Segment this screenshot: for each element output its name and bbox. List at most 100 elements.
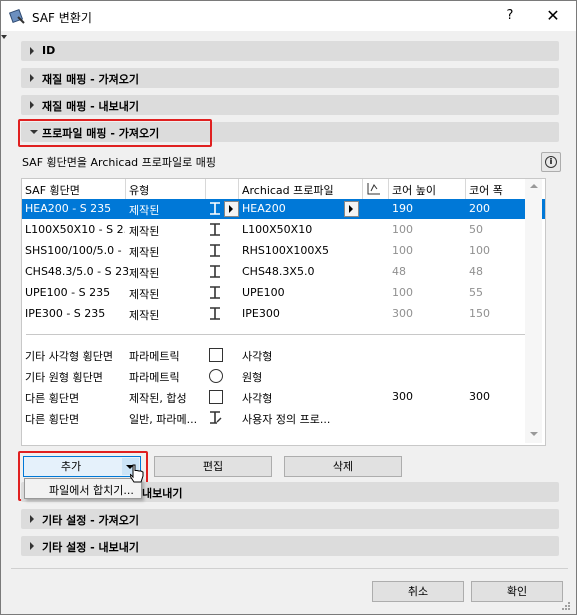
cell-core-height[interactable]: 300	[392, 307, 413, 320]
highlight-frame	[18, 119, 212, 147]
cell-core-height[interactable]: 100	[392, 223, 413, 236]
cell-profile: 원형	[242, 371, 263, 384]
custom-profile-icon	[210, 411, 222, 424]
header-core-width[interactable]: 코어 폭	[469, 182, 503, 198]
section-label: 내보내기	[142, 487, 183, 500]
section-id[interactable]: ID	[21, 41, 559, 61]
cell-core-height[interactable]: 300	[392, 390, 413, 403]
header-archicad[interactable]: Archicad 프로파일	[242, 182, 334, 198]
cell-type: 일반, 파라메...	[129, 413, 198, 426]
profile-dropdown-button[interactable]	[224, 201, 239, 217]
expand-arrow-icon	[30, 542, 34, 550]
info-icon: i	[545, 156, 557, 168]
cell-type: 파라메트릭	[129, 350, 180, 363]
cell-profile: 사각형	[242, 350, 273, 363]
section-label: ID	[42, 44, 56, 57]
table-row[interactable]: 기타 사각형 횡단면 파라메트릭 사각형	[22, 345, 545, 365]
table-row[interactable]: 기타 원형 횡단면 파라메트릭 원형	[22, 366, 545, 386]
info-button[interactable]: i	[541, 152, 561, 172]
cell-core-width[interactable]: 55	[469, 286, 483, 299]
ok-button[interactable]: 확인	[471, 581, 563, 602]
cancel-button[interactable]: 취소	[372, 581, 464, 602]
merge-from-file-menu-item[interactable]: 파일에서 합치기...	[49, 482, 134, 498]
saf-converter-dialog: SAF 변환기 ? ✕ ID 재질 매핑 - 가져오기 재질 매핑 - 내보내기…	[0, 0, 577, 615]
profile-preview-icon	[367, 183, 380, 195]
profile-subtitle: SAF 횡단면을 Archicad 프로파일로 매핑	[22, 156, 216, 169]
expand-arrow-icon	[30, 515, 34, 523]
i-beam-icon	[210, 286, 220, 299]
profile-select-button[interactable]	[344, 201, 359, 217]
scroll-up-icon[interactable]	[530, 184, 538, 188]
circle-profile-icon	[209, 369, 223, 383]
cell-core-width[interactable]: 200	[469, 202, 490, 215]
close-button[interactable]: ✕	[541, 6, 565, 26]
cell-saf: HEA200 - S 235	[25, 202, 112, 215]
cell-core-height[interactable]: 100	[392, 286, 413, 299]
cell-type: 파라메트릭	[129, 371, 180, 384]
cell-profile: UPE100	[242, 286, 285, 299]
section-other-import[interactable]: 기타 설정 - 가져오기	[21, 509, 559, 529]
cell-core-width[interactable]: 48	[469, 265, 483, 278]
cell-saf: UPE100 - S 235	[25, 286, 111, 299]
cell-profile: IPE300	[242, 307, 280, 320]
cell-saf: 기타 원형 횡단면	[25, 371, 103, 384]
header-core-height[interactable]: 코어 높이	[392, 182, 436, 198]
table-header: SAF 횡단면 유형 Archicad 프로파일 코어 높이 코어 폭	[22, 179, 545, 199]
table-row[interactable]: CHS48.3/5.0 - S 235 제작된 CHS48.3X5.0 48 4…	[22, 262, 545, 282]
table-row[interactable]: SHS100/100/5.0 - ... 제작된 RHS100X100X5 10…	[22, 241, 545, 261]
app-icon	[9, 8, 25, 24]
cell-core-height[interactable]: 100	[392, 244, 413, 257]
table-row[interactable]: L100X50X10 - S 2... 제작된 L100X50X10 100 5…	[22, 220, 545, 240]
help-button[interactable]: ?	[499, 6, 521, 26]
cell-profile: L100X50X10	[242, 223, 313, 236]
profile-mapping-table: SAF 횡단면 유형 Archicad 프로파일 코어 높이 코어 폭 HEA2…	[21, 178, 546, 446]
footer-separator	[11, 568, 568, 569]
mouse-cursor-icon	[130, 464, 144, 483]
add-dropdown-menu: 파일에서 합치기...	[24, 478, 142, 499]
table-divider	[26, 334, 541, 335]
table-row[interactable]: 다른 횡단면 일반, 파라메... 사용자 정의 프로...	[22, 408, 545, 428]
scroll-down-icon[interactable]	[530, 432, 538, 436]
cell-saf: L100X50X10 - S 2...	[25, 223, 125, 236]
header-type[interactable]: 유형	[129, 182, 149, 198]
section-material-import[interactable]: 재질 매핑 - 가져오기	[21, 68, 559, 88]
table-row[interactable]: IPE300 - S 235 제작된 IPE300 300 150	[22, 304, 545, 324]
cell-type: 제작된	[129, 246, 160, 259]
header-saf[interactable]: SAF 횡단면	[25, 182, 80, 198]
table-row[interactable]: HEA200 - S 235 제작된 HEA200 190 200	[22, 199, 545, 219]
table-row[interactable]: UPE100 - S 235 제작된 UPE100 100 55	[22, 283, 545, 303]
table-row[interactable]: 다른 횡단면 제작된, 합성 사각형 300 300	[22, 387, 545, 407]
cell-type: 제작된	[129, 309, 160, 322]
section-other-export[interactable]: 기타 설정 - 내보내기	[21, 536, 559, 556]
cell-core-height[interactable]: 190	[392, 202, 413, 215]
cell-core-width[interactable]: 150	[469, 307, 490, 320]
cell-type: 제작된	[129, 204, 160, 217]
cell-core-width[interactable]: 100	[469, 244, 490, 257]
section-material-export[interactable]: 재질 매핑 - 내보내기	[21, 95, 559, 115]
cell-core-height[interactable]: 48	[392, 265, 406, 278]
cell-type: 제작된	[129, 288, 160, 301]
cell-saf: 다른 횡단면	[25, 392, 80, 405]
section-label: 재질 매핑 - 내보내기	[42, 100, 140, 113]
delete-button[interactable]: 삭제	[284, 456, 402, 477]
i-beam-icon	[210, 223, 220, 236]
i-beam-icon	[210, 265, 220, 278]
resize-grip-icon[interactable]	[559, 599, 571, 611]
cell-core-width[interactable]: 50	[469, 223, 483, 236]
cell-type: 제작된, 합성	[129, 392, 187, 405]
expand-arrow-icon	[30, 101, 34, 109]
cell-type: 제작된	[129, 225, 160, 238]
cell-saf: 다른 횡단면	[25, 413, 80, 426]
cell-profile: RHS100X100X5	[242, 244, 329, 257]
cell-profile: 사용자 정의 프로...	[242, 413, 331, 426]
corner-arrow-icon	[1, 35, 7, 39]
cell-profile: HEA200	[242, 202, 286, 215]
section-label: 재질 매핑 - 가져오기	[42, 73, 140, 86]
cell-core-width[interactable]: 300	[469, 390, 490, 403]
section-label: 기타 설정 - 가져오기	[42, 514, 140, 527]
edit-button[interactable]: 편집	[154, 456, 272, 477]
cell-profile: CHS48.3X5.0	[242, 265, 315, 278]
i-beam-icon	[210, 244, 220, 257]
section-label: 기타 설정 - 내보내기	[42, 541, 140, 554]
table-scrollbar[interactable]	[525, 179, 542, 443]
